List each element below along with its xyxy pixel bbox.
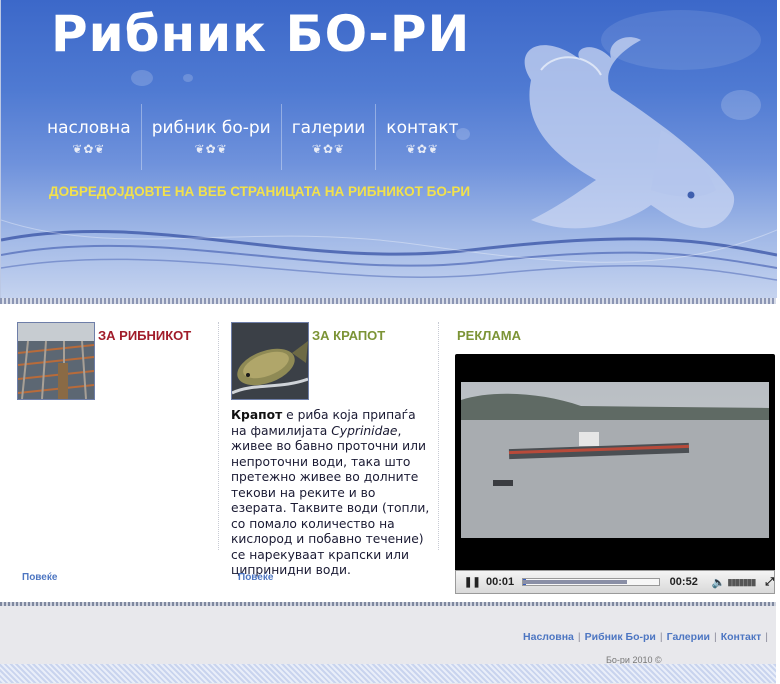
volume-slider[interactable]: ▮▮▮▮▮▮▮ <box>728 577 757 588</box>
about-carp-title: ЗА КРАПОТ <box>312 328 386 343</box>
ornament-icon: ❦✿❦ <box>311 142 346 156</box>
about-fishpond-title: ЗА РИБНИКОТ <box>98 328 192 343</box>
duration: 00:52 <box>669 576 698 588</box>
carp-thumbnail[interactable] <box>231 322 309 400</box>
fishpond-photo <box>18 323 94 399</box>
fullscreen-icon[interactable]: ⤢ <box>765 576 774 589</box>
welcome-banner: ДОБРЕДОЈДОВТЕ НА ВЕБ СТРАНИЦАТА НА РИБНИ… <box>49 184 471 199</box>
pause-icon[interactable]: ❚❚ <box>464 577 481 588</box>
nav-item-label: насловна <box>47 118 131 138</box>
ornament-icon: ❦✿❦ <box>194 142 228 156</box>
about-more-link[interactable]: Повеќе <box>22 572 57 583</box>
column-separator <box>438 322 439 550</box>
carp-lead: Крапот <box>231 408 283 422</box>
column-separator <box>218 322 219 550</box>
footer-link-galleries[interactable]: Галерии <box>667 631 710 643</box>
carp-more-link[interactable]: Повеќе <box>238 572 273 583</box>
fishpond-thumbnail[interactable] <box>17 322 95 400</box>
current-time: 00:01 <box>486 576 515 588</box>
footer-link-contact[interactable]: Контакт <box>721 631 762 643</box>
water-drop <box>183 74 193 82</box>
footer-link-home[interactable]: Насловна <box>523 631 574 643</box>
ornament-icon: ❦✿❦ <box>405 142 440 156</box>
footer-pattern <box>0 664 776 683</box>
carp-photo <box>232 323 308 399</box>
nav-item-contact[interactable]: контакт ❦✿❦ <box>375 104 468 170</box>
carp-description: Крапот е риба која припаѓа на фамилијата… <box>231 408 431 579</box>
seek-bar[interactable] <box>522 578 660 586</box>
video-player[interactable] <box>455 354 775 594</box>
nav-item-home[interactable]: насловна ❦✿❦ <box>37 104 141 170</box>
footer-link-fishpond[interactable]: Рибник Бо-ри <box>585 631 656 643</box>
site-header: Рибник БО-РИ насловна ❦✿❦ рибник бо-ри ❦… <box>0 0 777 298</box>
ornament-icon: ❦✿❦ <box>72 142 106 156</box>
nav-item-fishpond[interactable]: рибник бо-ри ❦✿❦ <box>140 104 281 170</box>
video-still <box>461 382 769 538</box>
fish-logo-icon <box>524 37 735 229</box>
video-frame[interactable] <box>461 382 769 538</box>
video-controls: ❚❚ 00:01 00:52 🔈 ▮▮▮▮▮▮▮ ⤢ <box>455 570 775 594</box>
header-divider <box>0 298 776 304</box>
site-title: Рибник БО-РИ <box>51 5 471 63</box>
carp-text-b: , живее во бавно проточни или непроточни… <box>231 423 430 578</box>
footer-nav: Насловна | Рибник Бо-ри | Галерии | Контакт | <box>523 631 768 643</box>
nav-item-label: галерии <box>291 118 366 138</box>
buffer-bar <box>523 580 628 584</box>
water-drop <box>131 70 153 86</box>
ad-title: РЕКЛАМА <box>457 328 522 343</box>
carp-family: Cyprinidae <box>331 423 398 438</box>
nav-item-galleries[interactable]: галерии ❦✿❦ <box>280 104 376 170</box>
volume-icon[interactable]: 🔈 <box>712 576 726 589</box>
nav-item-label: контакт <box>386 118 459 138</box>
nav-item-label: рибник бо-ри <box>151 118 271 138</box>
main-nav: насловна ❦✿❦ рибник бо-ри ❦✿❦ галерии ❦✿… <box>37 104 469 170</box>
